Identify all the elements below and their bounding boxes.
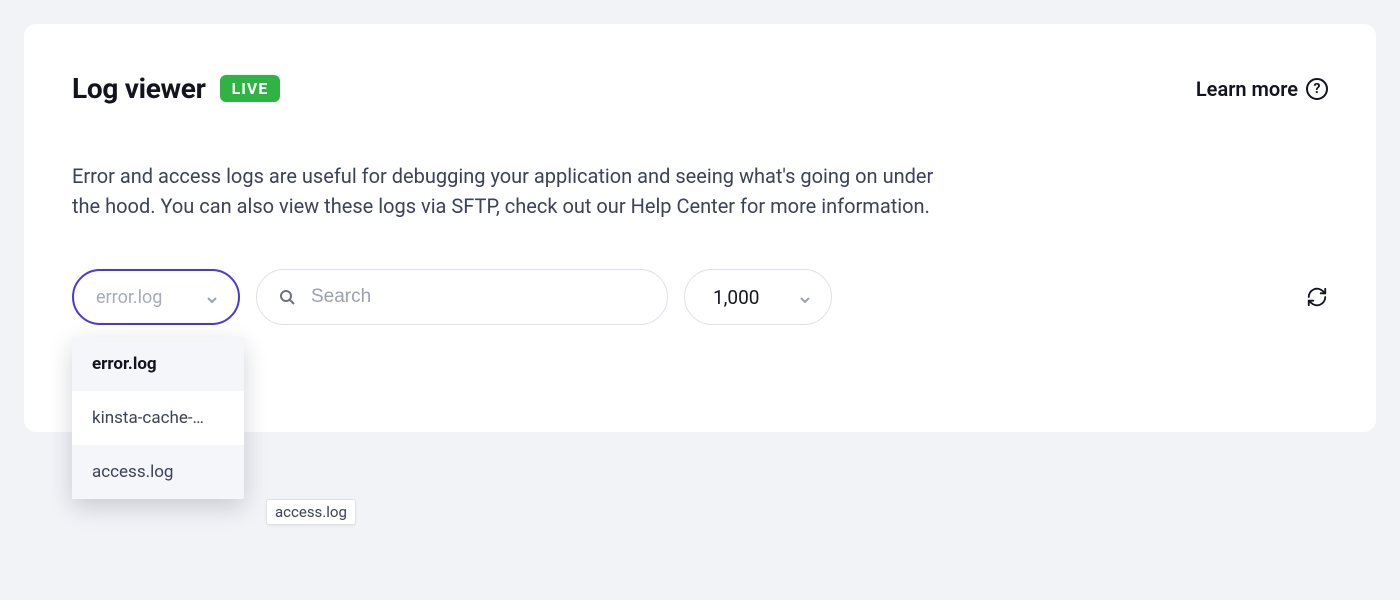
learn-more-link[interactable]: Learn more ? — [1196, 77, 1328, 101]
page-title: Log viewer — [72, 72, 206, 105]
learn-more-label: Learn more — [1196, 77, 1298, 101]
search-icon — [279, 289, 295, 305]
dropdown-option-kinsta-cache[interactable]: kinsta-cache-… — [72, 391, 244, 445]
log-viewer-card: Log viewer LIVE Learn more ? Error and a… — [24, 24, 1376, 432]
chevron-down-icon — [799, 291, 811, 303]
log-file-dropdown: error.log kinsta-cache-… access.log — [72, 337, 244, 499]
search-field-wrapper[interactable] — [256, 269, 668, 325]
line-count-value: 1,000 — [713, 286, 759, 309]
search-input[interactable] — [311, 286, 645, 308]
refresh-button[interactable] — [1306, 286, 1328, 308]
log-file-select[interactable]: error.log — [72, 269, 240, 325]
chevron-down-icon — [206, 291, 218, 303]
line-count-select[interactable]: 1,000 — [684, 269, 832, 325]
controls-row: error.log 1,000 — [72, 269, 1328, 325]
dropdown-tooltip: access.log — [266, 499, 356, 525]
live-badge: LIVE — [220, 75, 281, 102]
help-icon: ? — [1306, 78, 1328, 100]
log-file-select-value: error.log — [96, 287, 162, 308]
description-text: Error and access logs are useful for deb… — [72, 161, 952, 221]
header-row: Log viewer LIVE Learn more ? — [72, 72, 1328, 105]
title-group: Log viewer LIVE — [72, 72, 280, 105]
dropdown-option-error-log[interactable]: error.log — [72, 337, 244, 391]
dropdown-option-access-log[interactable]: access.log — [72, 445, 244, 499]
